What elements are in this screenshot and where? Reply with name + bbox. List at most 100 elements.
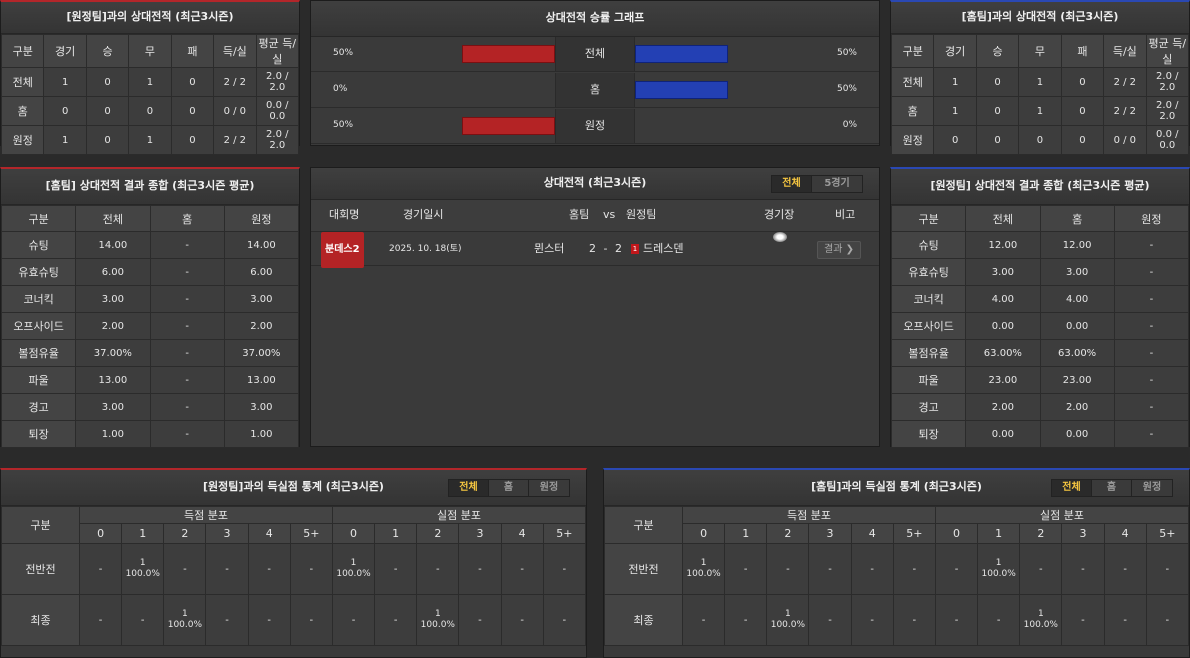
- away-goals-tab-away[interactable]: 원정: [529, 480, 569, 496]
- goal-cell: -: [850, 594, 894, 646]
- goal-count: 1: [1037, 609, 1044, 619]
- goal-count-header: 3: [458, 523, 502, 544]
- table-cell: 0: [170, 96, 215, 126]
- goal-pct: 100.0%: [420, 620, 455, 630]
- table-cell: 0: [128, 96, 172, 126]
- goal-count-header: 1: [121, 523, 165, 544]
- home-h2h-table: 구분 경기 승 무 패 득/실 평균 득/실 전체 1 0 1 0 2 / 2 2.0 / 2.0 홈 1 0 1…: [890, 34, 1190, 155]
- away-goals-tab-all[interactable]: 전체: [449, 480, 489, 496]
- table-cell: 2 / 2: [213, 67, 257, 97]
- graph-row-label: 원정: [555, 109, 635, 143]
- away-goals-tab-home[interactable]: 홈: [489, 480, 529, 496]
- away-goals-title: [원정팀]과의 득실점 통계 (최근3시즌) 전체 홈 원정: [1, 470, 586, 506]
- table-cell: 0: [85, 125, 130, 155]
- table-cell: 0: [1060, 96, 1105, 126]
- goal-count: 1: [995, 558, 1002, 568]
- tab-5games[interactable]: 5경기: [812, 176, 862, 192]
- home-summary-title: [홈팀] 상대전적 결과 종합 (최근3시즌 평균): [1, 169, 299, 205]
- table-row: 경고 3.00-3.00: [0, 393, 300, 421]
- group-label: 구분: [1, 506, 80, 544]
- group-label: 구분: [604, 506, 683, 544]
- row-label: 오프사이드: [890, 312, 967, 340]
- away-summary-title: [원정팀] 상대전적 결과 종합 (최근3시즌 평균): [891, 169, 1189, 205]
- table-cell: 2.00: [1039, 393, 1115, 421]
- table-cell: -: [1113, 258, 1190, 286]
- away-goals-table: 구분 득점 분포 실점 분포 0 1 2 3 4 5+ 0 1 2 3 4 5+ 전반전 -1 100.0% - - -…: [1, 506, 587, 646]
- goal-count-header: 4: [247, 523, 291, 544]
- header-cell: 무: [1018, 34, 1062, 68]
- goal-count-header: 5+: [289, 523, 333, 544]
- col-home: 홈팀: [569, 208, 590, 221]
- goal-cell: 1 100.0%: [163, 594, 207, 646]
- goal-cell: -: [892, 594, 936, 646]
- goal-cell: -: [977, 594, 1021, 646]
- table-cell: 3.00: [223, 393, 300, 421]
- goal-pct: 100.0%: [167, 620, 203, 630]
- match-row: 분데스2 2025. 10. 18(토) 뮌스터 2 - 2 1 드레스덴 결과 …: [311, 232, 879, 268]
- goal-cell: -: [1145, 543, 1190, 595]
- table-cell: -: [149, 366, 225, 394]
- table-cell: 14.00: [223, 231, 300, 259]
- table-cell: 0: [85, 96, 130, 126]
- table-row: 오프사이드 0.00 0.00-: [890, 312, 1190, 340]
- goal-cell: 1 100.0%: [766, 594, 810, 646]
- goal-cell: -: [121, 594, 165, 646]
- header-cell: 홈: [1039, 205, 1115, 232]
- table-cell: 12.00: [965, 231, 1041, 259]
- tab-all[interactable]: 전체: [772, 176, 812, 192]
- table-row: 홈00000 / 0 0.0 / 0.0: [0, 96, 300, 126]
- table-cell: 1.00: [75, 420, 151, 448]
- row-label: 슈팅: [890, 231, 967, 259]
- table-row: 유효슈팅 3.00 3.00-: [890, 258, 1190, 286]
- table-cell: 3.00: [223, 285, 300, 313]
- table-cell: 2.0 / 2.0: [1145, 96, 1190, 126]
- table-row: 전체 1 0 1 0 2 / 2 2.0 / 2.0: [0, 67, 300, 97]
- goal-count-header: 0: [78, 523, 123, 544]
- league-badge[interactable]: 분데스2: [321, 232, 364, 268]
- graph-row-label: 홈: [555, 73, 635, 107]
- table-row: 전반전 1 100.0% - - - - - -1 100.0% - - - -: [604, 543, 1190, 595]
- table-cell: 37.00%: [223, 339, 300, 367]
- header-cell: 구분: [890, 205, 967, 232]
- scored-header: 득점 분포: [79, 506, 333, 524]
- table-cell: -: [1113, 393, 1190, 421]
- table-cell: 13.00: [75, 366, 151, 394]
- graph-away-bar: [635, 45, 728, 63]
- table-cell: 2.00: [965, 393, 1041, 421]
- goal-cell: 1 100.0%: [331, 543, 376, 595]
- table-cell: 1: [1018, 96, 1062, 126]
- goal-cell: -: [205, 543, 249, 595]
- table-cell: -: [1113, 366, 1190, 394]
- goal-cell: -: [247, 543, 291, 595]
- goal-pct: 100.0%: [125, 569, 160, 579]
- goal-count-header: 4: [500, 523, 544, 544]
- home-goals-tab-all[interactable]: 전체: [1052, 480, 1092, 496]
- row-label: 파울: [890, 366, 967, 394]
- goal-pct: 100.0%: [770, 620, 806, 630]
- graph-row: 0% 50% 홈: [311, 73, 879, 108]
- goal-count-header: 3: [205, 523, 249, 544]
- table-cell: 0: [975, 67, 1020, 97]
- table-cell: 6.00: [223, 258, 300, 286]
- table-cell: 3.00: [965, 258, 1041, 286]
- table-row: 최종 - -1 100.0% - - - - -1 100.0% - - -: [604, 594, 1190, 646]
- table-row: 퇴장 0.00 0.00-: [890, 420, 1190, 448]
- home-goals-tab-home[interactable]: 홈: [1092, 480, 1132, 496]
- red-card-icon: 1: [631, 244, 639, 254]
- graph-row-label: 전체: [555, 37, 635, 71]
- result-button[interactable]: 결과 ❯: [817, 241, 861, 259]
- goal-cell: 1 100.0%: [681, 543, 726, 595]
- header-cell: 득/실: [1103, 34, 1147, 68]
- header-cell: 승: [85, 34, 130, 68]
- header-cell: 패: [1060, 34, 1105, 68]
- table-row: 홈10102 / 2 2.0 / 2.0: [890, 96, 1190, 126]
- home-goals-tab-away[interactable]: 원정: [1132, 480, 1172, 496]
- row-label: 볼점유율: [0, 339, 77, 367]
- row-label: 퇴장: [890, 420, 967, 448]
- table-row: 전체 1 0 1 0 2 / 2 2.0 / 2.0: [890, 67, 1190, 97]
- table-cell: 2.00: [223, 312, 300, 340]
- graph-left-pct: 50%: [333, 48, 354, 58]
- stadium-icon[interactable]: [773, 232, 787, 242]
- table-row: 슈팅 12.00 12.00-: [890, 231, 1190, 259]
- goal-cell: 1 100.0%: [416, 594, 460, 646]
